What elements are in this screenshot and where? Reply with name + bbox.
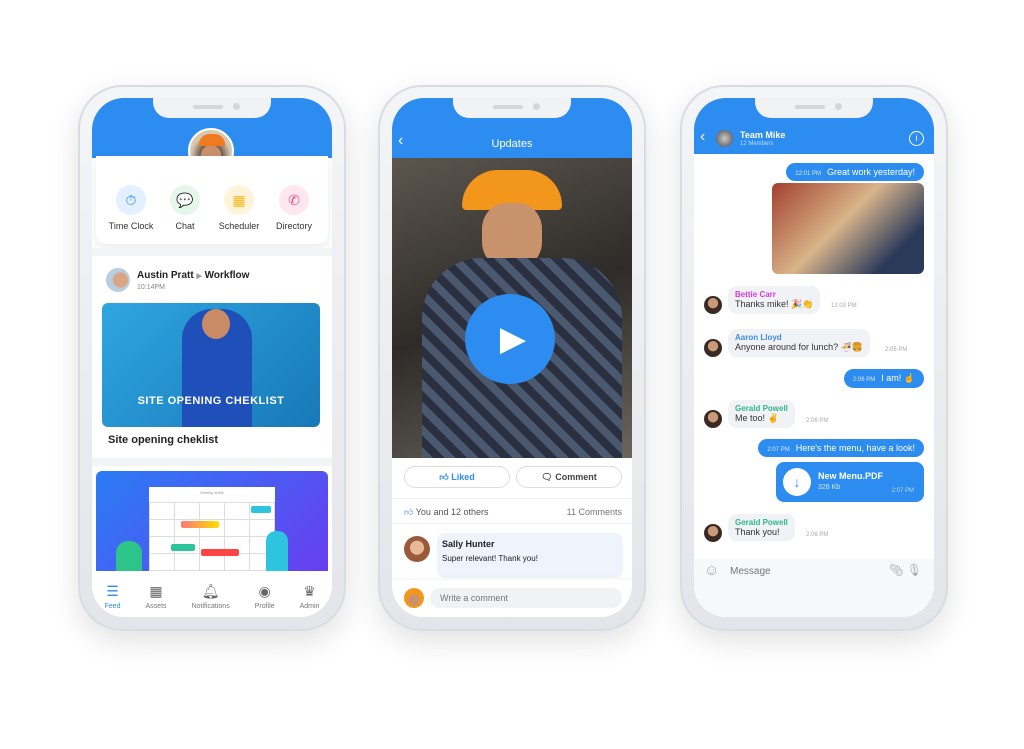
download-icon[interactable]: ↓ xyxy=(783,468,811,496)
shared-photo[interactable] xyxy=(772,183,924,274)
avatar xyxy=(704,296,722,314)
phone-updates: ‹ Updates ▶ 👍︎ Liked 🗨︎ Comment 👍︎ You a… xyxy=(378,85,646,631)
phone-chat: ‹ Team Mike 12 Members i 12:01 PM Great w… xyxy=(680,85,948,631)
microphone-icon[interactable]: 🎙︎ xyxy=(907,563,922,577)
chat-icon: 💬 xyxy=(170,185,200,215)
thumbs-up-icon: 👍︎ xyxy=(404,507,414,517)
paperclip-icon[interactable]: 📎︎ xyxy=(889,563,904,577)
info-icon[interactable]: i xyxy=(909,131,924,146)
quick-action-time-clock[interactable]: ⏱ Time Clock xyxy=(104,185,158,231)
group-avatar xyxy=(716,130,733,147)
post-title[interactable]: Site opening cheklist xyxy=(108,434,218,446)
grid-icon: ▦ xyxy=(149,582,163,599)
play-icon[interactable]: ▶ xyxy=(465,294,555,384)
file-attachment[interactable]: ↓ New Menu.PDF 328 Kb 2:07 PM xyxy=(776,462,924,502)
phone-icon: ✆ xyxy=(279,185,309,215)
bell-icon: 🔔︎ xyxy=(201,582,220,599)
nav-profile[interactable]: ◉ Profile xyxy=(255,583,275,610)
schedule-card-image[interactable]: Weekly shifts xyxy=(96,471,328,581)
quick-action-chat[interactable]: 💬 Chat xyxy=(158,185,212,231)
message-in: Gerald Powell Thank you! xyxy=(728,514,795,541)
comment-input[interactable] xyxy=(430,588,622,608)
nav-admin[interactable]: ♛ Admin xyxy=(300,583,320,610)
user-avatar xyxy=(404,588,424,608)
image-caption: SITE OPENING CHEKLIST xyxy=(137,395,285,407)
nav-feed[interactable]: ☰ Feed xyxy=(105,583,121,610)
message-out: 2:06 PM I am! ☝ xyxy=(843,369,924,388)
message-in: Bettie Carr Thanks mike! 🎉👏 xyxy=(728,286,821,314)
message-out: 12:01 PM Great work yesterday! xyxy=(786,163,924,181)
message-out: 2:07 PM Here's the menu, have a look! xyxy=(758,439,924,457)
nav-assets[interactable]: ▦ Assets xyxy=(146,583,167,610)
bottom-nav: ☰ Feed ▦ Assets 🔔︎ Notifications ◉ Profile ♛… xyxy=(92,571,332,617)
comment-icon: 🗨︎ xyxy=(541,472,553,482)
post-image[interactable]: SITE OPENING CHEKLIST xyxy=(102,303,320,427)
avatar xyxy=(704,339,722,357)
crown-icon: ♛ xyxy=(303,582,316,599)
chat-subtitle: 12 Members xyxy=(740,141,774,147)
feed-icon: ☰ xyxy=(106,582,119,599)
liked-button[interactable]: 👍︎ Liked xyxy=(404,466,510,488)
quick-action-scheduler[interactable]: ▦ Scheduler xyxy=(212,185,266,231)
avatar xyxy=(704,524,722,542)
back-button[interactable]: ‹ xyxy=(700,128,705,146)
stopwatch-icon: ⏱ xyxy=(116,185,146,215)
message-in: Gerald Powell Me too! ✌ xyxy=(728,400,795,428)
notch xyxy=(755,98,873,118)
notch xyxy=(153,98,271,118)
chat-title: Team Mike xyxy=(740,130,786,140)
avatar xyxy=(704,410,722,428)
page-title: Updates xyxy=(491,138,533,150)
calendar-icon: ▦ xyxy=(224,185,254,215)
likes-summary[interactable]: 👍︎ You and 12 others xyxy=(404,507,488,518)
thumbs-up-icon: 👍︎ xyxy=(439,472,449,482)
message-input[interactable] xyxy=(730,561,870,581)
workflow-link[interactable]: Workflow xyxy=(205,270,250,281)
commenter-avatar[interactable] xyxy=(404,536,430,562)
post-time: 10:14PM xyxy=(137,284,166,291)
notch xyxy=(453,98,571,118)
comment-bubble: Sally Hunter Super relevant! Thank you! xyxy=(437,533,623,578)
hardhat-icon xyxy=(199,134,225,146)
quick-action-directory[interactable]: ✆ Directory xyxy=(267,185,321,231)
phone-feed: ⏱ Time Clock 💬 Chat ▦ Scheduler ✆ Directory … xyxy=(78,85,346,631)
message-in: Aaron Lloyd Anyone around for lunch? 🍜🍔 xyxy=(728,329,870,357)
comment-button[interactable]: 🗨︎ Comment xyxy=(516,466,622,488)
author-avatar[interactable] xyxy=(106,268,130,292)
nav-notifications[interactable]: 🔔︎ Notifications xyxy=(192,583,230,610)
post-header: Austin Pratt ▶ Workflow xyxy=(137,270,250,281)
author-link[interactable]: Austin Pratt xyxy=(137,270,194,281)
profile-icon: ◉ xyxy=(258,582,271,599)
video-player[interactable]: ▶ xyxy=(392,158,632,458)
emoji-icon[interactable]: ☺ xyxy=(704,562,719,579)
comments-count[interactable]: 11 Comments xyxy=(567,507,622,517)
